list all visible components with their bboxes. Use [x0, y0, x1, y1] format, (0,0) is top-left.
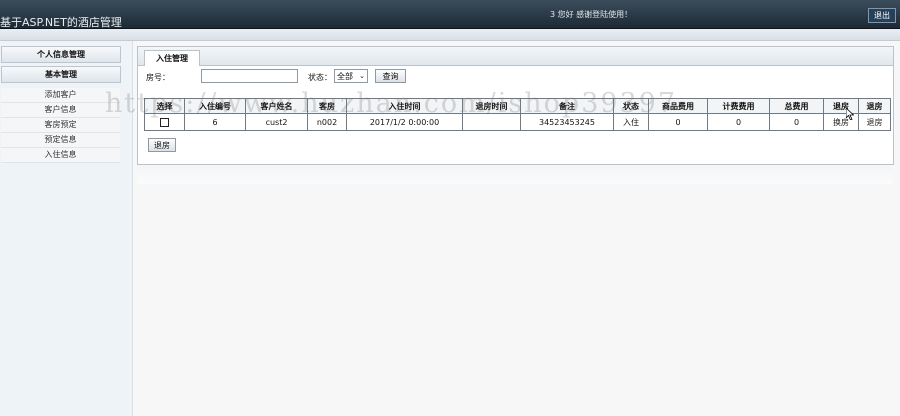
col-status: 状态: [613, 98, 649, 114]
welcome-message: 3 您好 感谢登陆使用！: [550, 10, 633, 19]
top-header: 基于ASP.NET的酒店管理 3 您好 感谢登陆使用！ 退出: [0, 0, 900, 29]
tab-strip: 入住管理: [138, 47, 893, 66]
cell-room: n002: [307, 113, 347, 131]
sidebar-item-room-booking[interactable]: 客房预定: [1, 118, 120, 133]
checkin-panel: 入住管理 房号： 状态： 全部 ⌄ 查询 选择 入住编号 客户姓名 客房 入住时…: [137, 46, 894, 165]
table-row: 6 cust2 n002 2017/1/2 0:00:00 3452345324…: [144, 113, 891, 131]
col-room: 客房: [307, 98, 347, 114]
chevron-down-icon: ⌄: [359, 72, 365, 80]
sidebar-item-booking-info[interactable]: 预定信息: [1, 133, 120, 148]
col-checkin-time: 入住时间: [346, 98, 463, 114]
header-subbar: [0, 29, 900, 41]
tab-checkin-management[interactable]: 入住管理: [144, 50, 200, 66]
sidebar-item-customer-info[interactable]: 客户信息: [1, 103, 120, 118]
col-action-2: 退房: [858, 98, 891, 114]
cell-customer-name: cust2: [245, 113, 308, 131]
cell-checkin-id: 6: [184, 113, 246, 131]
col-select: 选择: [144, 98, 185, 114]
col-checkin-id: 入住编号: [184, 98, 246, 114]
sidebar-item-checkin-info[interactable]: 入住信息: [1, 148, 120, 163]
col-remark: 备注: [520, 98, 614, 114]
col-billing-fee: 计费费用: [707, 98, 770, 114]
cell-remark: 34523453245: [520, 113, 614, 131]
sidebar-section-personal[interactable]: 个人信息管理: [1, 46, 121, 63]
sidebar-menu: 添加客户 客户信息 客房预定 预定信息 入住信息: [1, 88, 120, 163]
sidebar-section-basic[interactable]: 基本管理: [1, 66, 121, 83]
cell-billing-fee: 0: [707, 113, 770, 131]
search-button[interactable]: 查询: [375, 69, 406, 83]
cell-checkin-time: 2017/1/2 0:00:00: [346, 113, 463, 131]
sidebar-item-add-customer[interactable]: 添加客户: [1, 88, 120, 103]
cell-total-fee: 0: [769, 113, 824, 131]
col-total-fee: 总费用: [769, 98, 824, 114]
col-checkout-time: 退房时间: [462, 98, 521, 114]
row-checkbox[interactable]: [160, 117, 169, 127]
search-row: 房号： 状态： 全部 ⌄ 查询: [138, 69, 893, 85]
col-customer-name: 客户姓名: [245, 98, 308, 114]
status-label: 状态：: [308, 73, 332, 82]
room-number-input[interactable]: [201, 69, 298, 83]
table-header-row: 选择 入住编号 客户姓名 客房 入住时间 退房时间 备注 状态 商品费用 计费费…: [144, 98, 891, 114]
checkout-button[interactable]: 退房: [148, 138, 176, 152]
checkout-link[interactable]: 退房: [858, 113, 891, 131]
room-number-label: 房号：: [146, 73, 170, 82]
checkin-table: 选择 入住编号 客户姓名 客房 入住时间 退房时间 备注 状态 商品费用 计费费…: [144, 98, 891, 131]
cell-checkout-time: [462, 113, 521, 131]
logout-button[interactable]: 退出: [868, 8, 896, 23]
status-selected-value: 全部: [337, 72, 353, 81]
cell-status: 入住: [613, 113, 649, 131]
cell-goods-fee: 0: [648, 113, 708, 131]
status-select[interactable]: 全部 ⌄: [334, 69, 368, 83]
row-select-cell: [144, 113, 185, 131]
sidebar: 个人信息管理 基本管理 添加客户 客户信息 客房预定 预定信息 入住信息: [0, 41, 133, 416]
mouse-pointer-icon: [846, 108, 854, 120]
app-title: 基于ASP.NET的酒店管理: [0, 16, 122, 29]
panel-footer-strip: [137, 166, 892, 184]
col-goods-fee: 商品费用: [648, 98, 708, 114]
